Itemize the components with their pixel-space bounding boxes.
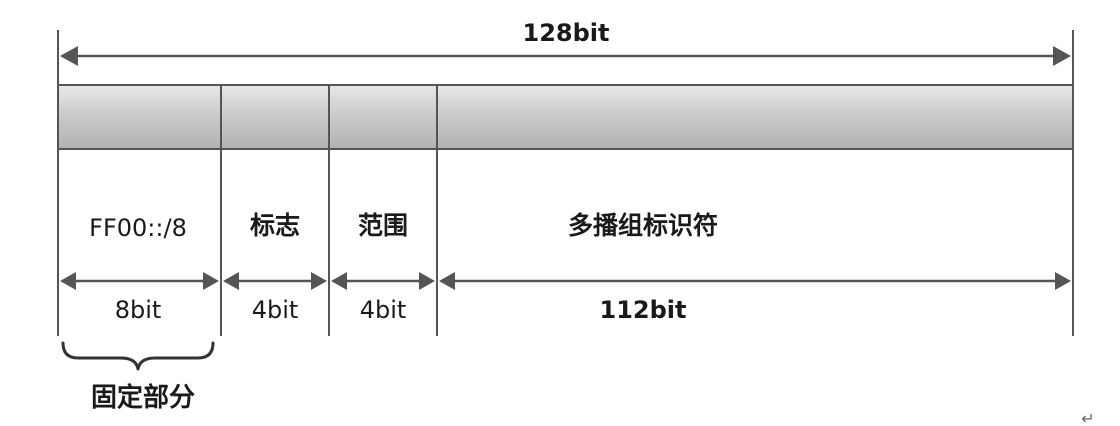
- field-name-prefix: FF00::/8: [89, 214, 187, 242]
- total-width-arrow: [60, 46, 1071, 66]
- address-bar: [57, 84, 1074, 150]
- field-width-label-group-id: 112bit: [600, 296, 687, 324]
- field-width-arrow-flags: [223, 272, 327, 290]
- ipv6-multicast-address-format-diagram: 128bit FF00::/8 标志 范围 多播组标识符 8bit 4bit 4…: [57, 19, 1095, 426]
- paragraph-return-mark: ↵: [1081, 409, 1094, 426]
- field-width-label-flags: 4bit: [252, 296, 299, 324]
- fixed-part-label: 固定部分: [91, 382, 195, 413]
- field-name-group-id: 多播组标识符: [568, 211, 718, 240]
- fixed-part-brace: [61, 341, 215, 371]
- total-width-label: 128bit: [523, 19, 610, 47]
- field-width-arrow-group-id: [439, 272, 1071, 290]
- field-name-flags: 标志: [250, 211, 300, 240]
- field-name-scope: 范围: [358, 211, 408, 240]
- field-width-label-prefix: 8bit: [115, 296, 162, 324]
- field-width-arrow-prefix: [60, 272, 219, 290]
- field-width-arrow-scope: [331, 272, 435, 290]
- field-width-label-scope: 4bit: [360, 296, 407, 324]
